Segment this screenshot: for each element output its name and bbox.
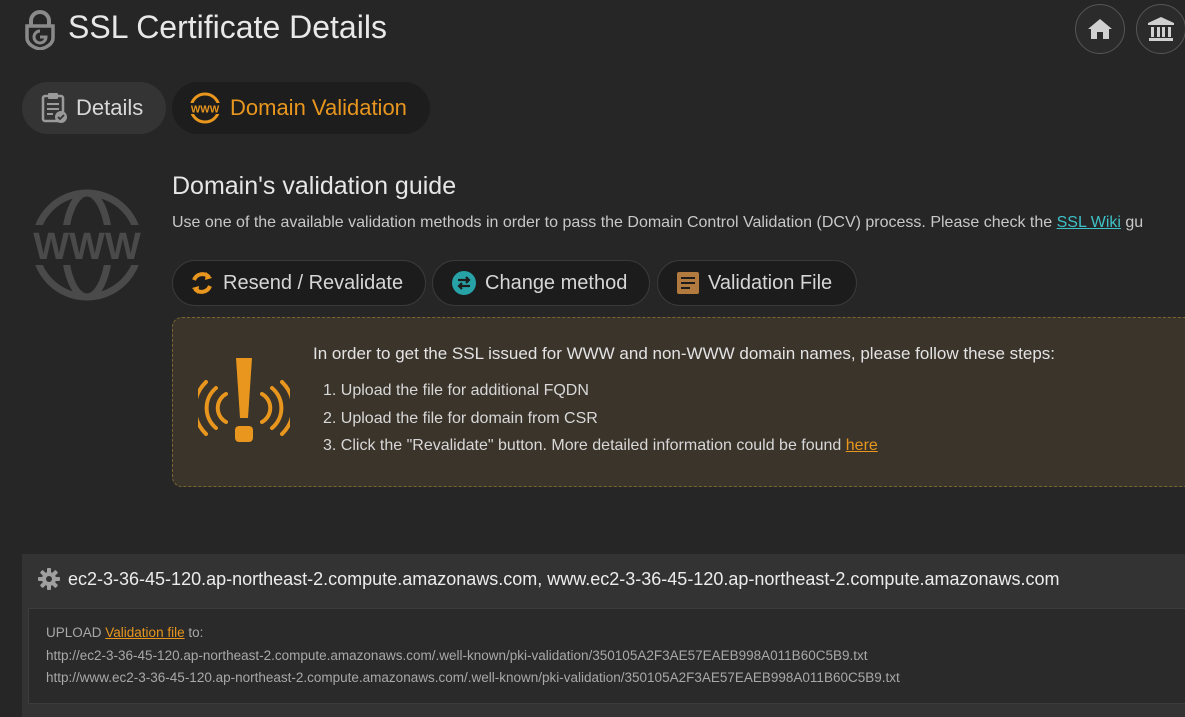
list-item: 1. Upload the file for additional FQDN	[323, 382, 589, 399]
gear-icon	[38, 568, 60, 590]
home-icon	[1088, 19, 1112, 39]
page-title: SSL Certificate Details	[68, 9, 387, 45]
tab-details[interactable]: Details	[22, 82, 166, 134]
swap-arrows-icon	[451, 270, 477, 296]
guide-text-before: Use one of the available validation meth…	[172, 214, 1057, 231]
notice-steps-list: 1. Upload the file for additional FQDN 2…	[323, 380, 878, 463]
upload-line: UPLOAD Validation file to:	[46, 622, 900, 645]
validation-file-label: Validation File	[708, 271, 833, 294]
tab-domain-validation-label: Domain Validation	[230, 95, 407, 120]
upload-prefix: UPLOAD	[46, 625, 106, 640]
upload-instructions: UPLOAD Validation file to: http://ec2-3-…	[46, 622, 900, 690]
step3-text: 3. Click the "Revalidate" button. More d…	[323, 437, 846, 454]
home-button[interactable]	[1075, 4, 1125, 54]
domain-header: ec2-3-36-45-120.ap-northeast-2.compute.a…	[38, 568, 1060, 590]
svg-text:WWW: WWW	[33, 226, 141, 268]
www-globe-icon: WWW	[188, 92, 222, 124]
resend-revalidate-label: Resend / Revalidate	[223, 271, 404, 294]
notice-intro: In order to get the SSL issued for WWW a…	[313, 344, 1056, 363]
file-text-icon	[676, 271, 700, 295]
tab-details-label: Details	[76, 95, 144, 120]
alert-exclamation-icon	[192, 354, 296, 450]
here-link[interactable]: here	[846, 437, 878, 454]
upload-url-1: http://ec2-3-36-45-120.ap-northeast-2.co…	[46, 647, 868, 663]
upload-suffix: to:	[184, 625, 204, 640]
clipboard-check-icon	[40, 92, 68, 124]
change-method-button[interactable]: Change method	[432, 260, 650, 306]
resend-revalidate-button[interactable]: Resend / Revalidate	[172, 260, 426, 306]
institution-button[interactable]	[1136, 4, 1185, 54]
tab-domain-validation[interactable]: WWW Domain Validation	[172, 82, 430, 134]
ssl-wiki-link[interactable]: SSL Wiki	[1057, 214, 1121, 231]
upload-url-2: http://www.ec2-3-36-45-120.ap-northeast-…	[46, 670, 900, 685]
svg-text:WWW: WWW	[191, 105, 220, 116]
www-globe-icon: WWW	[26, 188, 148, 302]
list-item: 2. Upload the file for domain from CSR	[323, 409, 598, 427]
change-method-label: Change method	[485, 271, 628, 294]
institution-icon	[1148, 17, 1174, 41]
ssl-lock-logo-icon	[22, 10, 58, 51]
refresh-icon	[189, 270, 215, 296]
guide-text-after: gu	[1120, 214, 1144, 231]
guide-title: Domain's validation guide	[172, 172, 457, 200]
validation-file-link[interactable]: Validation file	[105, 625, 184, 640]
guide-description: Use one of the available validation meth…	[172, 214, 1143, 232]
validation-file-button[interactable]: Validation File	[657, 260, 857, 306]
domain-names: ec2-3-36-45-120.ap-northeast-2.compute.a…	[68, 568, 1060, 589]
list-item: 3. Click the "Revalidate" button. More d…	[323, 435, 878, 463]
